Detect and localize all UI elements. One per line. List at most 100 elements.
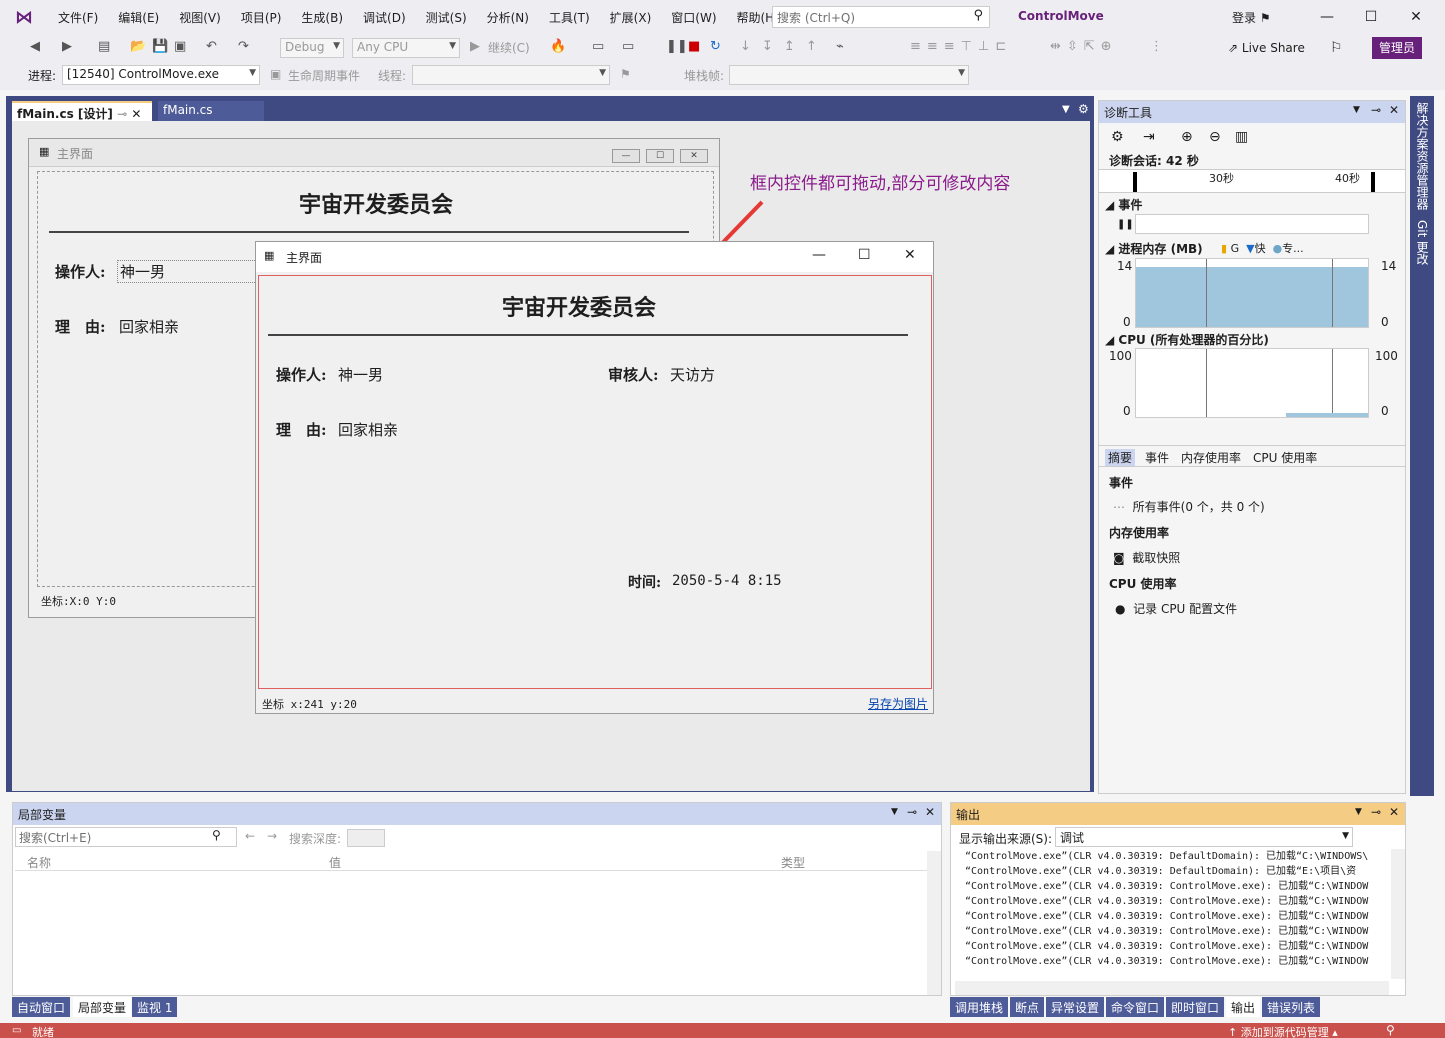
maximize-button[interactable]: ☐ <box>1356 6 1386 28</box>
step-back-icon[interactable]: ↑ <box>806 39 817 54</box>
designer-reason-label[interactable]: 理 由: <box>55 316 106 337</box>
tab-watch1[interactable]: 监视 1 <box>132 997 178 1017</box>
flag-icon[interactable]: ⚑ <box>620 67 631 81</box>
back-icon[interactable]: ← <box>245 829 255 843</box>
minimize-button[interactable]: — <box>1312 6 1342 28</box>
tab-immediate-window[interactable]: 即时窗口 <box>1166 997 1225 1017</box>
close-icon[interactable]: ✕ <box>1389 805 1399 819</box>
undo-icon[interactable]: ↶ <box>206 39 217 54</box>
zoom-out-icon[interactable]: ⊖ <box>1209 129 1221 145</box>
timeline-ruler[interactable]: 30秒 40秒 <box>1099 169 1405 193</box>
runtime-divider[interactable] <box>268 334 908 336</box>
menu-tools[interactable]: 工具(T) <box>539 9 600 26</box>
runtime-operator-label[interactable]: 操作人: <box>276 364 327 385</box>
maximize-button[interactable]: ☐ <box>858 247 871 263</box>
runtime-reviewer-label[interactable]: 审核人: <box>608 364 659 385</box>
align-icons[interactable]: ≡≡≡⊤⊥⊏ <box>910 39 1012 54</box>
dropdown-icon[interactable]: ▼ <box>1355 807 1362 817</box>
export-icon[interactable]: ⇥ <box>1143 129 1155 145</box>
runtime-heading[interactable]: 宇宙开发委员会 <box>502 290 656 322</box>
live-share-button[interactable]: ⇗ Live Share <box>1228 41 1305 55</box>
pin-icon[interactable]: ⊸ <box>907 805 917 819</box>
open-icon[interactable]: 📂 <box>130 39 146 54</box>
login-link[interactable]: 登录 ⚑ <box>1232 9 1271 26</box>
stackframe-select[interactable]: ▼ <box>729 65 969 85</box>
more-icon[interactable]: ⋮ <box>1150 39 1163 54</box>
step-into-icon[interactable]: ↓ <box>740 39 751 54</box>
back-icon[interactable]: ◀ <box>30 39 40 54</box>
chart-icon[interactable]: ▥ <box>1235 129 1248 145</box>
close-icon[interactable]: ✕ <box>925 805 935 819</box>
global-search-input[interactable]: 搜索 (Ctrl+Q) ⚲ <box>772 6 990 28</box>
forward-icon[interactable]: → <box>267 829 277 843</box>
new-project-icon[interactable]: ▤ <box>98 39 110 54</box>
col-type[interactable]: 类型 <box>781 854 805 871</box>
dropdown-icon[interactable]: ▼ <box>1353 105 1360 115</box>
all-events-item[interactable]: ⋯ 所有事件(0 个，共 0 个) <box>1113 498 1265 515</box>
pin-icon[interactable]: ⊸ <box>117 107 127 121</box>
menu-window[interactable]: 窗口(W) <box>661 9 726 26</box>
menu-edit[interactable]: 编辑(E) <box>108 9 169 26</box>
tab-summary[interactable]: 摘要 <box>1105 449 1136 466</box>
designer-divider[interactable] <box>49 231 689 233</box>
take-snapshot-button[interactable]: ◙ 截取快照 <box>1113 549 1180 566</box>
designer-operator-value[interactable]: 神一男 <box>117 260 257 283</box>
output-v-scrollbar[interactable] <box>1391 849 1405 979</box>
solution-explorer-tab[interactable]: 解决方案资源管理器 <box>1414 102 1431 210</box>
runtime-drag-panel[interactable] <box>258 275 932 689</box>
close-button[interactable]: ✕ <box>904 247 916 263</box>
tab-call-stack[interactable]: 调用堆栈 <box>950 997 1009 1017</box>
close-icon[interactable]: ✕ <box>1389 103 1399 117</box>
cpu-chart[interactable] <box>1135 348 1369 418</box>
tab-dropdown-icon[interactable]: ▼ <box>1062 104 1070 115</box>
feedback-icon[interactable]: ⚐ <box>1330 40 1343 56</box>
runtime-reason-label[interactable]: 理 由: <box>276 419 327 440</box>
output-source-select[interactable]: 调试 ▼ <box>1055 827 1353 847</box>
col-value[interactable]: 值 <box>329 854 341 871</box>
menu-extensions[interactable]: 扩展(X) <box>600 9 662 26</box>
output-h-scrollbar[interactable] <box>955 981 1389 995</box>
col-name[interactable]: 名称 <box>27 854 51 871</box>
stop-icon[interactable]: ■ <box>688 39 700 54</box>
tab-output[interactable]: 输出 <box>1226 997 1261 1017</box>
runtime-reviewer-value[interactable]: 天访方 <box>670 364 715 385</box>
pin-icon[interactable]: ⊸ <box>1371 103 1381 117</box>
tab-breakpoints[interactable]: 断点 <box>1010 997 1045 1017</box>
runtime-form-window[interactable]: ▦ 主界面 — ☐ ✕ 宇宙开发委员会 操作人: 神一男 审核人: 天访方 理 … <box>255 241 934 714</box>
git-changes-tab[interactable]: Git 更改 <box>1414 220 1431 265</box>
tab-fmain-code[interactable]: fMain.cs <box>158 101 264 121</box>
search-depth-select[interactable] <box>347 829 385 847</box>
runtime-reason-value[interactable]: 回家相亲 <box>338 419 398 440</box>
locals-scrollbar[interactable] <box>927 851 941 995</box>
restart-icon[interactable]: ↻ <box>710 39 721 54</box>
menu-test[interactable]: 测试(S) <box>416 9 477 26</box>
lifecycle-events-button[interactable]: 生命周期事件 <box>288 67 360 84</box>
dropdown-icon[interactable]: ▼ <box>891 807 898 817</box>
settings-icon[interactable]: ⚙ <box>1078 102 1089 116</box>
locals-search-input[interactable]: 搜索(Ctrl+E) ⚲ <box>15 827 237 847</box>
folder-icon[interactable]: ▭ <box>592 39 604 54</box>
size-icons[interactable]: ⇹⇳⇱⊕ <box>1050 39 1118 54</box>
close-button[interactable]: ✕ <box>1401 6 1431 28</box>
close-icon[interactable]: ✕ <box>131 107 141 121</box>
tab-error-list[interactable]: 错误列表 <box>1262 997 1321 1017</box>
tab-exception-settings[interactable]: 异常设置 <box>1046 997 1105 1017</box>
save-all-icon[interactable]: ▣ <box>174 39 186 54</box>
notifications-icon[interactable]: ⚲ <box>1386 1023 1395 1037</box>
config-select[interactable]: Debug ▼ <box>280 38 344 58</box>
save-icon[interactable]: 💾 <box>152 39 168 54</box>
platform-select[interactable]: Any CPU ▼ <box>352 38 460 58</box>
timeline-end-marker[interactable] <box>1371 172 1375 192</box>
runtime-time-value[interactable]: 2050-5-4 8:15 <box>672 573 782 589</box>
tab-cpu[interactable]: CPU 使用率 <box>1253 449 1317 466</box>
hot-reload-icon[interactable]: 🔥 <box>550 39 566 54</box>
continue-button[interactable]: 继续(C) <box>488 39 530 56</box>
tab-fmain-designer[interactable]: fMain.cs [设计] ⊸ ✕ <box>12 101 152 121</box>
timeline-start-marker[interactable] <box>1133 172 1137 192</box>
pause-icon[interactable]: ❚❚ <box>666 39 688 54</box>
designer-heading[interactable]: 宇宙开发委员会 <box>299 187 453 219</box>
tab-autos[interactable]: 自动窗口 <box>12 997 71 1017</box>
designer-operator-label[interactable]: 操作人: <box>55 261 106 282</box>
gear-icon[interactable]: ⚙ <box>1111 129 1124 145</box>
step-over-icon[interactable]: ↧ <box>762 39 773 54</box>
